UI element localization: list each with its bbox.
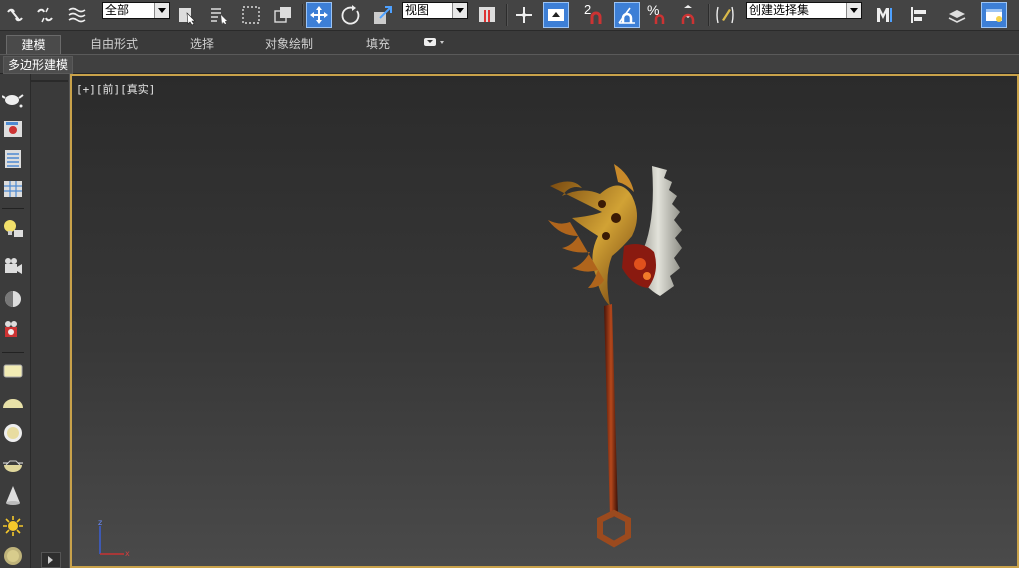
snaps-toggle-icon[interactable]: 2 [582, 2, 608, 28]
tab-label: 建模 [21, 38, 46, 52]
reference-coordinate-dropdown[interactable]: 视图 [402, 2, 468, 19]
align-icon[interactable] [906, 2, 932, 28]
render-setup-icon[interactable] [1, 287, 25, 311]
select-object-icon[interactable] [174, 2, 200, 28]
select-and-manipulate-icon[interactable] [511, 2, 537, 28]
percent-snap-toggle-icon[interactable]: % [644, 2, 670, 28]
rotate-icon[interactable] [338, 2, 364, 28]
render-frame-icon[interactable] [1, 318, 25, 342]
left-command-strip [0, 74, 31, 568]
graphite-ribbon-toggle-icon[interactable] [981, 2, 1007, 28]
window-crossing-icon[interactable] [270, 2, 296, 28]
viewport-front[interactable]: [+][前][真实] z x [70, 74, 1019, 568]
tab-populate[interactable]: 填充 [358, 35, 398, 54]
selection-filter-value: 全部 [105, 3, 130, 17]
utilities-panel-icon[interactable] [1, 177, 25, 201]
sun-light-icon[interactable] [1, 514, 25, 538]
teapot-create-icon[interactable] [1, 86, 25, 110]
ribbon-panel-bar: 多边形建模 [0, 55, 1019, 74]
expand-panel-button[interactable] [41, 552, 61, 568]
tab-modeling[interactable]: 建模 [6, 35, 61, 54]
angle-snap-toggle-icon[interactable] [614, 2, 640, 28]
viewport-label[interactable]: [+][前][真实] [76, 81, 155, 97]
move-icon[interactable] [306, 2, 332, 28]
link-icon[interactable] [2, 2, 28, 28]
pivot-point-center-icon[interactable] [474, 2, 500, 28]
command-panel-collapsed [31, 74, 70, 568]
chevron-down-icon [452, 3, 467, 18]
ribbon-options-dropdown[interactable] [418, 35, 450, 54]
sphere-primitive-icon[interactable] [1, 421, 25, 445]
panel-divider [31, 80, 68, 82]
tab-freeform[interactable]: 自由形式 [82, 35, 146, 54]
tab-label: 填充 [365, 37, 390, 51]
rect-selection-region-icon[interactable] [238, 2, 264, 28]
selection-filter-dropdown[interactable]: 全部 [102, 2, 170, 19]
light-bulb-icon[interactable] [1, 217, 25, 241]
modify-panel-icon[interactable] [1, 117, 25, 141]
ribbon-options-icon [424, 38, 444, 46]
x-axis-label: x [125, 549, 130, 558]
cone-primitive-icon[interactable] [1, 483, 25, 507]
unlink-icon[interactable] [32, 2, 58, 28]
tab-label: 对象绘制 [264, 37, 313, 51]
snaps-toggle-label: 2 [584, 2, 592, 17]
polygon-modeling-label: 多边形建模 [8, 58, 69, 72]
z-axis-label: z [98, 518, 102, 527]
mirror-icon[interactable] [872, 2, 898, 28]
axe-model[interactable] [542, 156, 722, 556]
geosphere-primitive-icon[interactable] [1, 452, 25, 476]
edit-named-selection-icon[interactable] [712, 2, 738, 28]
tab-object-paint[interactable]: 对象绘制 [256, 35, 322, 54]
hierarchy-panel-icon[interactable] [1, 147, 25, 171]
tab-label: 选择 [189, 37, 214, 51]
chevron-down-icon [154, 3, 169, 18]
named-selection-sets-value: 创建选择集 [749, 3, 810, 17]
polygon-modeling-panel[interactable]: 多边形建模 [3, 56, 74, 74]
named-selection-sets-dropdown[interactable]: 创建选择集 [746, 2, 862, 19]
ribbon-tabs: 建模 自由形式 选择 对象绘制 填充 [0, 31, 1019, 55]
reference-coordinate-value: 视图 [405, 3, 430, 17]
bind-spacewarp-icon[interactable] [64, 2, 90, 28]
percent-snap-label: % [647, 2, 660, 18]
tab-label: 自由形式 [89, 37, 138, 51]
hemisphere-primitive-icon[interactable] [1, 390, 25, 414]
ground-disc-icon[interactable] [1, 544, 25, 568]
layer-manager-icon[interactable] [944, 2, 970, 28]
plane-primitive-icon[interactable] [1, 359, 25, 383]
axis-gizmo: z x [98, 518, 130, 558]
camera-icon[interactable] [1, 255, 25, 279]
chevron-down-icon [846, 3, 861, 18]
keyboard-shortcut-override-icon[interactable] [543, 2, 569, 28]
select-by-name-icon[interactable] [206, 2, 232, 28]
scale-icon[interactable] [370, 2, 396, 28]
main-toolbar: 全部 视图 2 % 创建选择集 [0, 0, 1019, 31]
tab-selection[interactable]: 选择 [180, 35, 224, 54]
spinner-snap-toggle-icon[interactable] [676, 2, 702, 28]
